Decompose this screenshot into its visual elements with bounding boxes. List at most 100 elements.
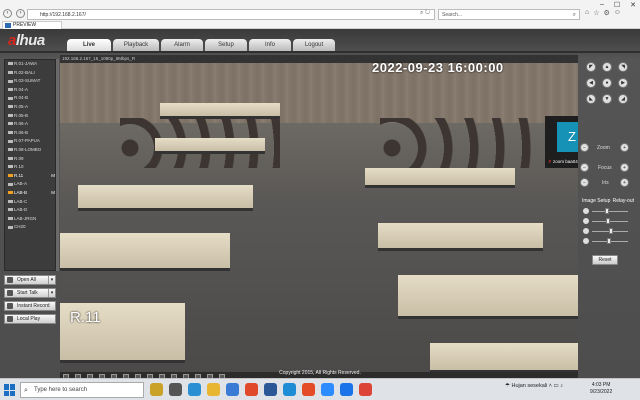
ptz-down-right-icon[interactable]: ◢ (618, 94, 628, 104)
refresh-icon[interactable]: ⌕ ↻ (420, 10, 430, 17)
tab-alarm[interactable]: Alarm (161, 39, 203, 51)
word-icon[interactable] (264, 383, 277, 396)
firefox-icon[interactable] (245, 383, 258, 396)
zoom-app-icon[interactable] (321, 383, 334, 396)
tab-setup[interactable]: Setup (205, 39, 247, 51)
image-setup-title[interactable]: Image Setup (582, 197, 610, 206)
camera-icon (8, 105, 13, 109)
ptz-up-left-icon[interactable]: ◤ (586, 62, 596, 72)
chevron-down-icon[interactable]: ▾ (48, 289, 55, 297)
local-play-button[interactable]: Local Play (4, 314, 56, 324)
channel-item[interactable]: R.06-B (5, 129, 55, 138)
app-icon[interactable] (302, 383, 315, 396)
taskbar-search-input[interactable]: ⌕ Type here to search (20, 382, 144, 398)
channel-item[interactable]: R.05-B (5, 112, 55, 121)
edge-icon[interactable] (188, 383, 201, 396)
ptz-right-icon[interactable]: ▶ (618, 78, 628, 88)
tab-playback[interactable]: Playback (113, 39, 159, 51)
tab-logout[interactable]: Logout (293, 39, 335, 51)
channel-item[interactable]: LAB-A (5, 180, 55, 189)
image-slider[interactable] (580, 206, 636, 216)
channel-label: R.10 (14, 164, 24, 170)
reset-button[interactable]: Reset (592, 255, 618, 265)
file-explorer-icon[interactable] (207, 383, 220, 396)
channel-item[interactable]: R.06-A (5, 120, 55, 129)
channel-item[interactable]: R.03-SUMAT (5, 77, 55, 86)
image-slider[interactable] (580, 216, 636, 226)
channel-item[interactable]: R.05-A (5, 103, 55, 112)
ptz-left-icon[interactable]: ◀ (586, 78, 596, 88)
slider-track[interactable] (592, 211, 628, 212)
channel-item[interactable]: R.11 M (5, 172, 55, 181)
start-talk-button[interactable]: Start Talk ▾ (4, 288, 56, 298)
tab-info[interactable]: Info (249, 39, 291, 51)
chrome-icon[interactable] (359, 383, 372, 396)
browser-tab[interactable]: PREVIEW (2, 21, 62, 29)
instant-record-button[interactable]: Instant Record (4, 301, 56, 311)
channel-item[interactable]: R.09 (5, 155, 55, 164)
ptz-auto-icon[interactable]: ● (602, 78, 612, 88)
channel-item[interactable]: R.10 (5, 163, 55, 172)
browser-search-input[interactable]: Search... ⌕ (438, 9, 580, 20)
focus-near-icon[interactable]: − (580, 163, 589, 172)
chevron-down-icon[interactable]: ▾ (48, 276, 55, 284)
channel-item[interactable]: CH20 (5, 223, 55, 232)
image-slider[interactable] (580, 226, 636, 236)
ptz-down-left-icon[interactable]: ◣ (586, 94, 596, 104)
desk (398, 275, 578, 319)
tab-live[interactable]: Live (67, 39, 111, 51)
zoom-avatar: Z (557, 122, 578, 152)
open-all-button[interactable]: Open All ▾ (4, 275, 56, 285)
slider-knob[interactable] (604, 208, 609, 214)
focus-far-icon[interactable]: + (620, 163, 629, 172)
channel-item[interactable]: R.08-LOMBO (5, 146, 55, 155)
windows-start-icon[interactable] (4, 384, 16, 396)
ptz-up-icon[interactable]: ▲ (602, 62, 612, 72)
channel-item[interactable]: LAB-B M (5, 189, 55, 198)
channel-item[interactable]: R.04-A (5, 86, 55, 95)
slider-knob[interactable] (607, 238, 612, 244)
taskbar-clock[interactable]: 4:03 PM 9/23/2022 (590, 382, 612, 396)
slider-knob[interactable] (609, 228, 613, 234)
ptz-down-icon[interactable]: ▼ (602, 94, 612, 104)
close-icon[interactable]: ✕ (630, 1, 636, 9)
channel-item[interactable]: LAB-JRGN (5, 215, 55, 224)
star-icon[interactable]: ☆ (593, 9, 599, 17)
ptz-up-right-icon[interactable]: ◥ (618, 62, 628, 72)
internet-explorer-icon[interactable] (283, 383, 296, 396)
tray-icons[interactable]: ˄ ▭ ♪ (549, 383, 563, 389)
taskbar-widget-icon[interactable] (150, 383, 163, 396)
channel-item[interactable]: LAB-C (5, 198, 55, 207)
channel-item[interactable]: R.07-PAPUA (5, 137, 55, 146)
camera-icon (8, 182, 13, 186)
live-video-view[interactable]: 192.168.2.167_16_1080p_8Mbps_R 2022-09-2… (60, 55, 578, 372)
iris-open-icon[interactable]: + (620, 178, 629, 187)
smiley-icon[interactable]: ☺ (614, 9, 621, 17)
task-view-icon[interactable] (169, 383, 182, 396)
channel-item[interactable]: R.01-JAWA (5, 60, 55, 69)
search-icon[interactable]: ⌕ (573, 10, 576, 20)
channel-item[interactable]: LAB-D (5, 206, 55, 215)
zoom-out-icon[interactable]: + (620, 143, 629, 152)
back-icon[interactable]: ‹ (3, 9, 12, 18)
address-bar[interactable]: http://192.168.2.167/ (27, 9, 435, 20)
browser-toolbar-icons: ⌂ ☆ ⚙ ☺ (585, 9, 621, 17)
slider-knob[interactable] (606, 218, 611, 224)
weather-label[interactable]: Hujan sesekali (511, 383, 547, 389)
forward-icon[interactable]: › (16, 9, 25, 18)
iris-close-icon[interactable]: − (580, 178, 589, 187)
channel-item[interactable]: R.04-B (5, 94, 55, 103)
home-icon[interactable]: ⌂ (585, 9, 589, 17)
channel-item[interactable]: R.02-BALI (5, 69, 55, 78)
zoom-participant-tile[interactable]: Z ✗ zoom baa04 (545, 116, 578, 168)
zoom-in-icon[interactable]: − (580, 143, 589, 152)
store-icon[interactable] (226, 383, 239, 396)
channel-list-scrollbar[interactable] (56, 59, 59, 271)
maximize-icon[interactable]: ☐ (614, 1, 620, 9)
minimize-icon[interactable]: – (600, 1, 604, 9)
image-slider[interactable] (580, 236, 636, 246)
relay-out-title[interactable]: Relay-out (613, 197, 634, 206)
zoom-meeting-icon[interactable] (340, 383, 353, 396)
gear-icon[interactable]: ⚙ (604, 9, 610, 17)
tab-title: PREVIEW (13, 22, 37, 28)
